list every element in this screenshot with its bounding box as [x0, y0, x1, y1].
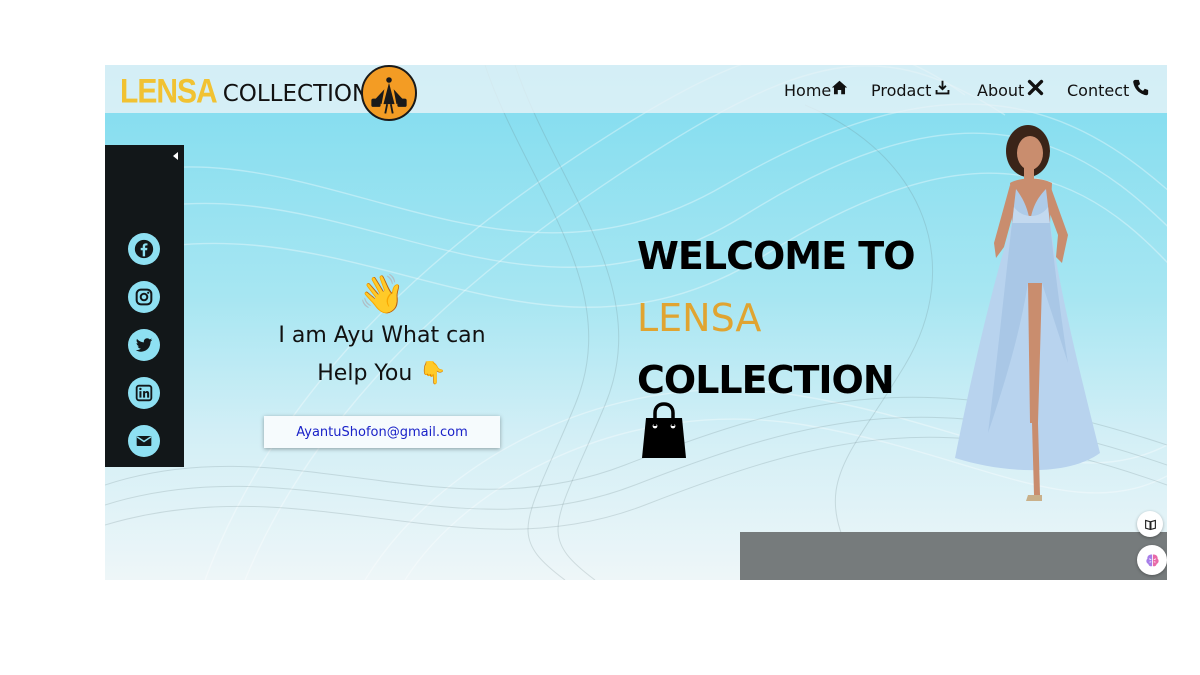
email-link[interactable]: AyantuShofon@gmail.com: [264, 416, 500, 448]
hero-line-2: LENSA: [637, 296, 762, 340]
nav-home-label: Home: [784, 81, 832, 100]
nav-about[interactable]: About: [977, 79, 1044, 100]
brand[interactable]: LENSA COLLECTION: [120, 72, 370, 111]
top-navbar: LENSA COLLECTION Home Prodact About Cont…: [105, 65, 1167, 121]
nav-home[interactable]: Home: [784, 80, 848, 100]
x-icon: [1028, 79, 1044, 96]
collapse-arrow-icon[interactable]: [173, 152, 178, 160]
hero-heading: WELCOME TO LENSA COLLECTION: [637, 225, 967, 411]
home-icon: [832, 80, 848, 95]
twitter-link[interactable]: [128, 329, 160, 361]
brand-name: COLLECTION: [222, 81, 370, 107]
mail-link[interactable]: [128, 425, 160, 457]
waving-hand-icon: 👋: [358, 272, 406, 316]
mail-icon: [136, 435, 152, 447]
instagram-link[interactable]: [128, 281, 160, 313]
greeting-block: 👋 I am Ayu What can Help You 👇: [257, 271, 507, 393]
social-sidebar: [105, 145, 184, 467]
greeting-line-1: I am Ayu What can: [278, 323, 486, 348]
linkedin-link[interactable]: [128, 377, 160, 409]
brand-highlight: LENSA: [120, 72, 218, 111]
nav-prodact-label: Prodact: [871, 81, 932, 100]
nav-contect[interactable]: Contect: [1067, 79, 1149, 100]
nav-contect-label: Contect: [1067, 81, 1130, 100]
facebook-link[interactable]: [128, 233, 160, 265]
instagram-icon: [135, 288, 153, 306]
facebook-icon: [134, 239, 154, 259]
download-icon: [936, 80, 950, 95]
greeting-line-2: Help You 👇: [257, 355, 507, 393]
reader-mode-button[interactable]: [1137, 511, 1163, 537]
twitter-icon: [135, 338, 153, 352]
nav-prodact[interactable]: Prodact: [871, 80, 951, 100]
hero-line-1: WELCOME TO: [637, 234, 916, 278]
linkedin-icon: [135, 384, 153, 402]
nav-about-label: About: [977, 81, 1025, 100]
ai-assistant-button[interactable]: [1137, 545, 1167, 575]
website-viewport: LENSA COLLECTION Home Prodact About Cont…: [105, 65, 1167, 580]
shopping-bag-icon: [642, 402, 686, 458]
pointing-down-icon: 👇: [419, 361, 447, 386]
brain-icon: [1145, 553, 1159, 566]
phone-icon: [1133, 79, 1149, 96]
book-icon: [1144, 519, 1156, 530]
greeting-line-2-text: Help You: [317, 361, 413, 386]
footer-gray-panel: [740, 532, 1167, 580]
logo-icon[interactable]: [361, 65, 417, 121]
model-dress-image: [955, 125, 1100, 501]
